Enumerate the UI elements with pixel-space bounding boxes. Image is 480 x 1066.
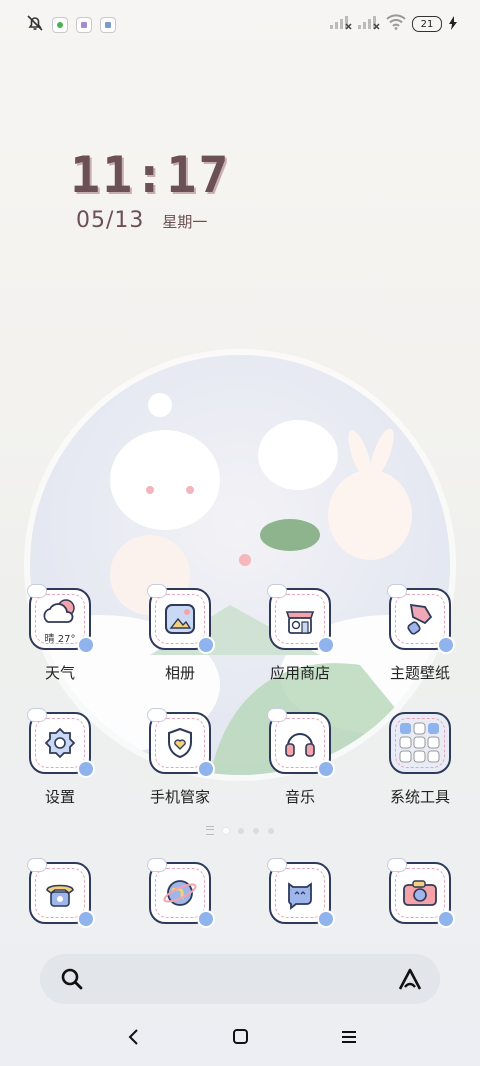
battery-icon: 21 xyxy=(412,16,442,32)
app-themes[interactable]: 主题壁纸 xyxy=(360,584,480,683)
system-tools-folder xyxy=(389,712,451,774)
back-button[interactable] xyxy=(126,1027,142,1051)
app-label: 相册 xyxy=(164,664,195,682)
app-music[interactable]: 音乐 xyxy=(240,708,360,807)
gallery-icon xyxy=(147,584,215,654)
app-gallery[interactable]: 相册 xyxy=(120,584,240,683)
weather-icon: 晴 27° xyxy=(27,584,95,654)
dock-browser[interactable] xyxy=(120,858,240,928)
music-icon xyxy=(267,708,335,778)
page-list-icon[interactable] xyxy=(206,826,214,835)
app-security[interactable]: 手机管家 xyxy=(120,708,240,807)
status-bar: 21 xyxy=(0,0,480,50)
app-label: 手机管家 xyxy=(149,788,210,806)
app-label: 主题壁纸 xyxy=(389,664,450,682)
wifi-icon xyxy=(386,14,406,34)
page-dot[interactable] xyxy=(223,827,229,834)
browser-icon xyxy=(147,858,215,928)
dock xyxy=(0,858,480,928)
app-label: 音乐 xyxy=(284,788,315,806)
search-bar[interactable] xyxy=(40,954,440,1004)
recents-button[interactable] xyxy=(340,1027,358,1051)
signal-x-icon xyxy=(330,14,352,34)
security-icon xyxy=(147,708,215,778)
app-row-1: 晴 27° 天气 相册 应用商店 主题壁纸 xyxy=(0,584,480,683)
navigation-bar xyxy=(0,1015,480,1060)
page-dot[interactable] xyxy=(253,827,259,834)
phone-icon xyxy=(27,858,95,928)
blue-app-icon xyxy=(100,17,116,33)
dock-messages[interactable] xyxy=(240,858,360,928)
app-settings[interactable]: 设置 xyxy=(0,708,120,807)
page-dot[interactable] xyxy=(238,827,244,834)
clock-weekday: 星期一 xyxy=(162,213,208,231)
search-icon[interactable] xyxy=(60,967,84,995)
date-row[interactable]: 05/13 星期一 xyxy=(76,208,207,233)
app-app-store[interactable]: 应用商店 xyxy=(240,584,360,683)
camera-icon xyxy=(387,858,455,928)
app-weather[interactable]: 晴 27° 天气 xyxy=(0,584,120,683)
messages-icon xyxy=(267,858,335,928)
green-app-icon xyxy=(52,17,68,33)
clock-time[interactable]: 11:17 xyxy=(70,146,231,204)
purple-app-icon xyxy=(76,17,92,33)
battery-level: 21 xyxy=(420,18,434,30)
clock-date: 05/13 xyxy=(76,208,145,233)
app-row-2: 设置 手机管家 音乐 系统工具 xyxy=(0,708,480,807)
signal-x-icon xyxy=(358,14,380,34)
app-system-tools[interactable]: 系统工具 xyxy=(360,712,480,807)
app-store-icon xyxy=(267,584,335,654)
charging-icon xyxy=(448,15,458,34)
bell-off-icon xyxy=(26,14,44,36)
themes-icon xyxy=(387,584,455,654)
settings-icon xyxy=(27,708,95,778)
app-label: 系统工具 xyxy=(389,788,450,806)
app-label: 天气 xyxy=(44,664,75,682)
home-button[interactable] xyxy=(232,1027,250,1051)
app-label: 应用商店 xyxy=(269,664,330,682)
page-indicator[interactable] xyxy=(0,826,480,835)
dock-phone[interactable] xyxy=(0,858,120,928)
app-label: 设置 xyxy=(44,788,75,806)
page-dot[interactable] xyxy=(268,827,274,834)
dock-camera[interactable] xyxy=(360,858,480,928)
assistant-icon[interactable] xyxy=(396,966,424,996)
